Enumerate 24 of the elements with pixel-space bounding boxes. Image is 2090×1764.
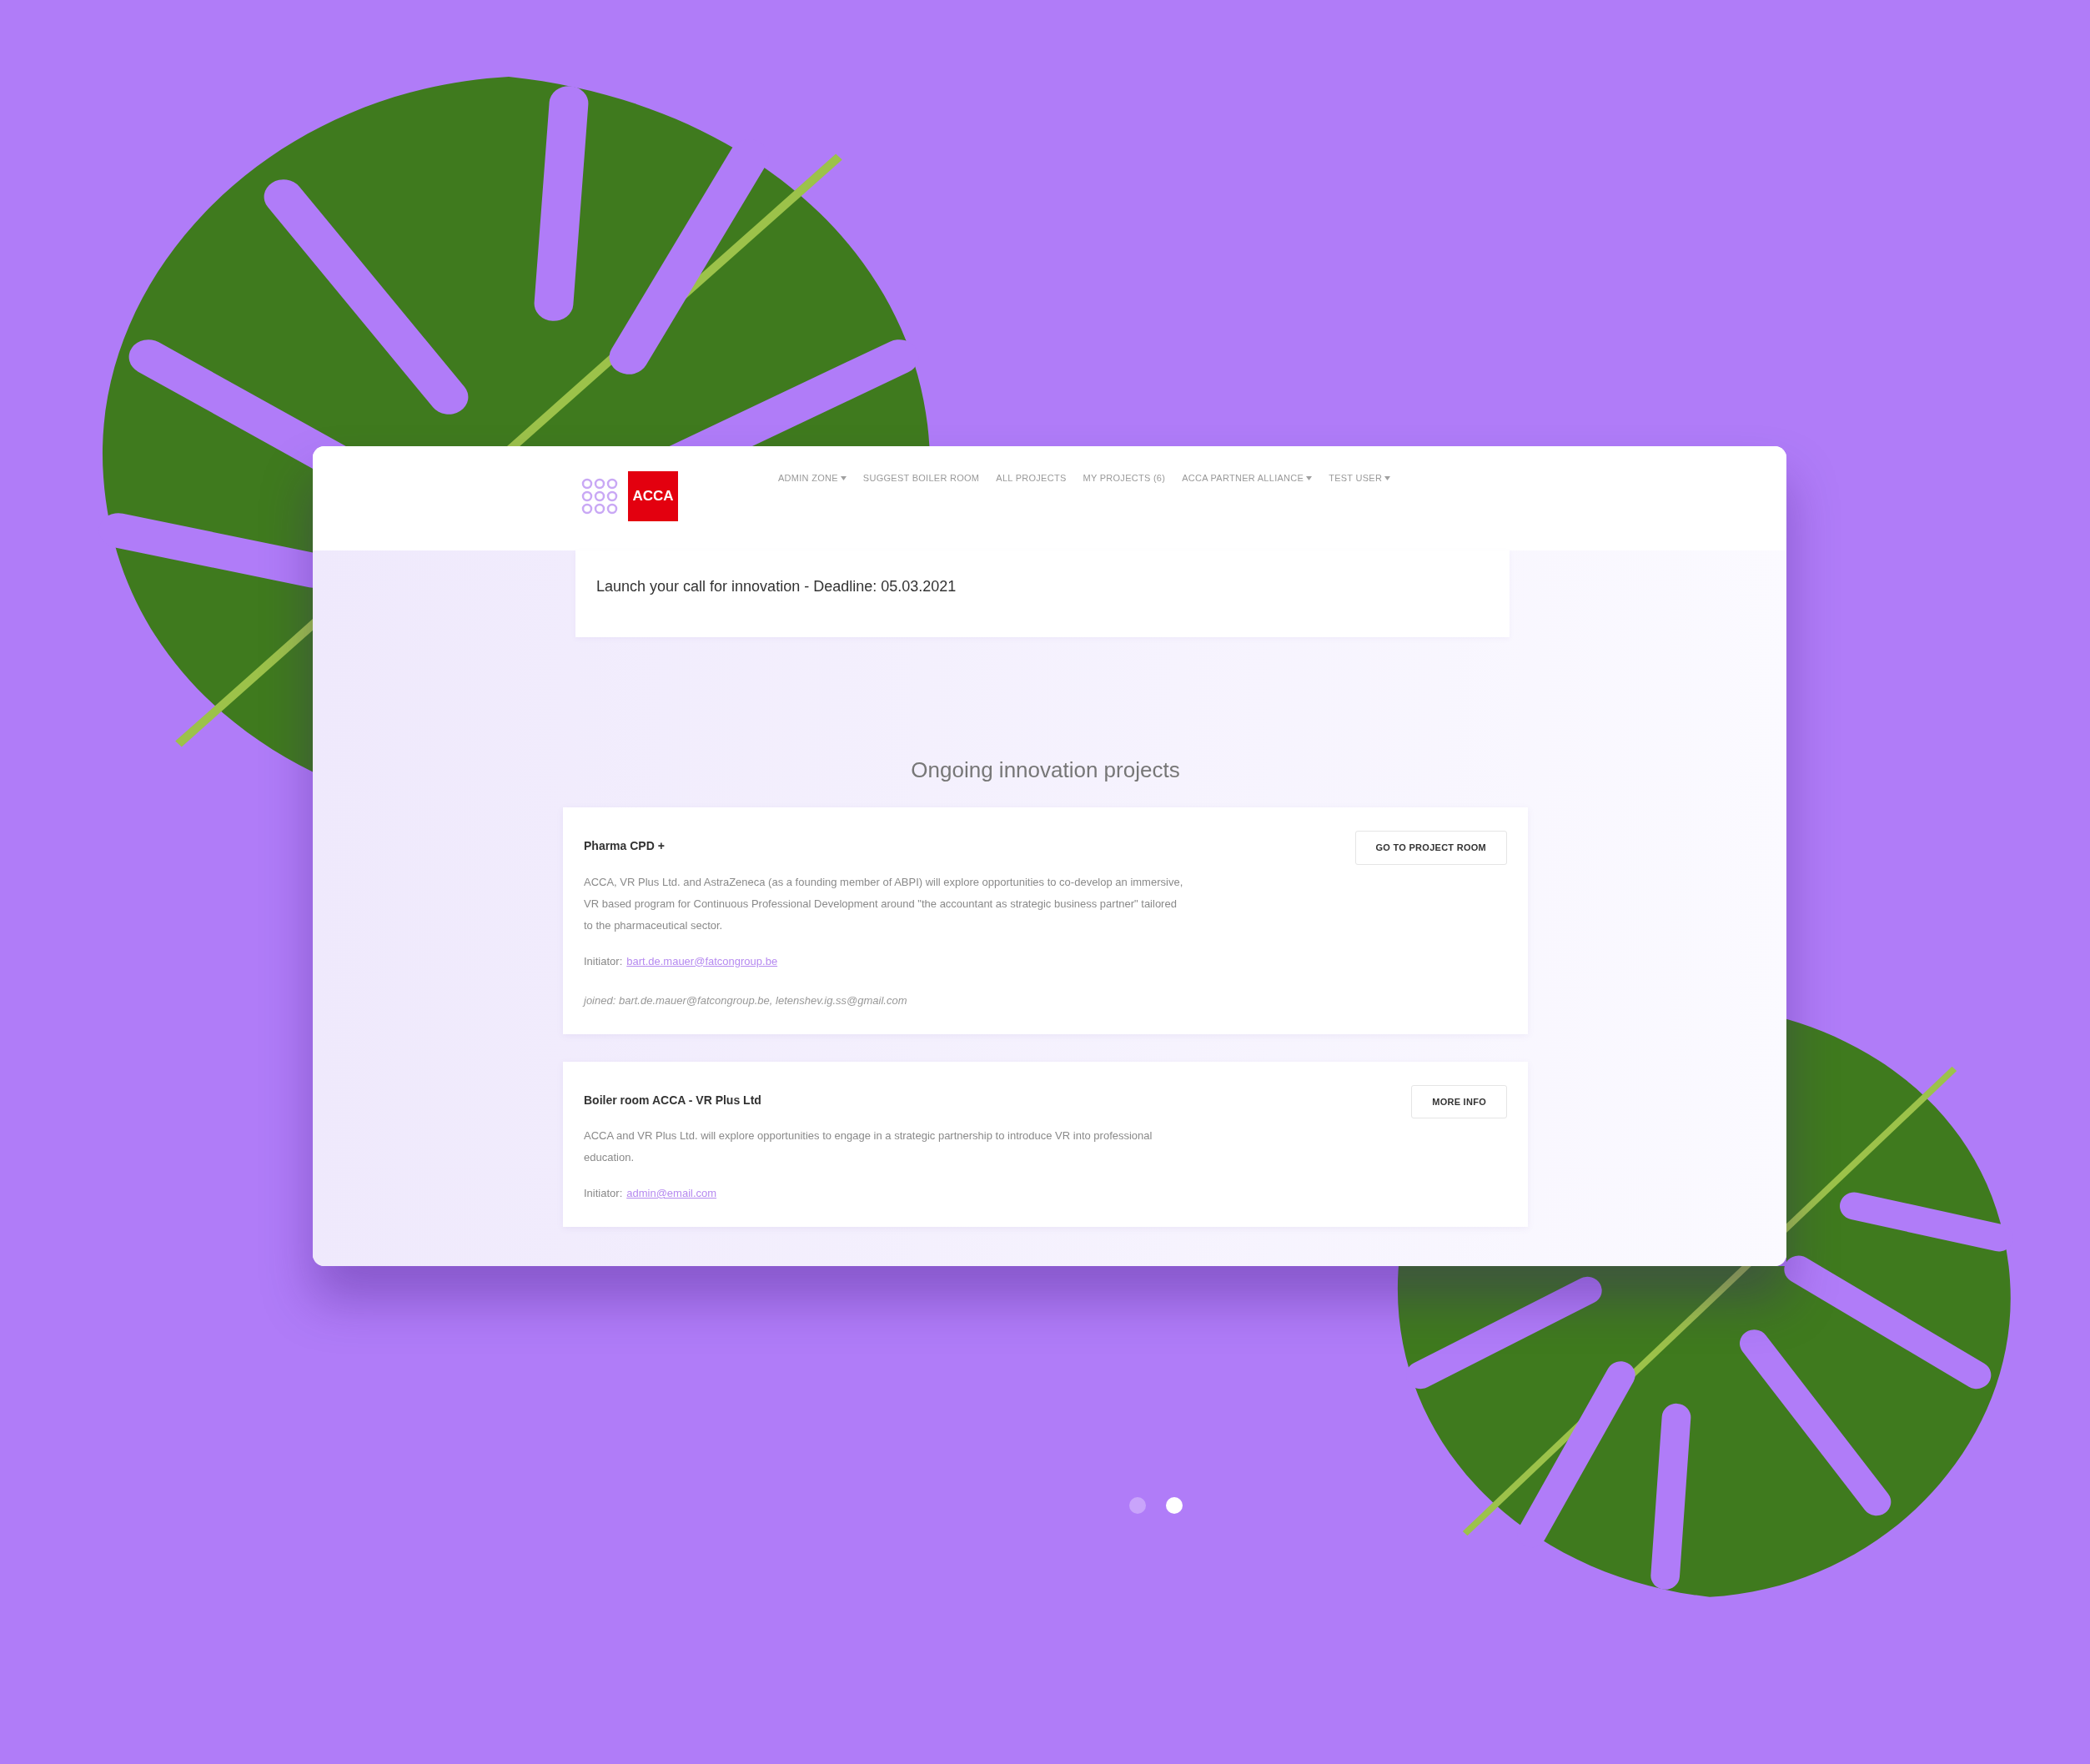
nav-link[interactable]: TEST USER xyxy=(1329,471,1391,485)
initiator-label: Initiator: xyxy=(584,953,623,969)
project-description: ACCA and VR Plus Ltd. will explore opportunities to engage in a strategic partnership to introduce VR into professional education. xyxy=(584,1128,1153,1165)
nav-link[interactable]: ADMIN ZONE xyxy=(778,471,847,485)
caret-icon xyxy=(1306,475,1313,480)
logo[interactable]: ACCA xyxy=(628,471,678,521)
caret-icon xyxy=(840,475,847,480)
initiator-label: Initiator: xyxy=(584,1186,623,1201)
nav-link[interactable]: SUGGEST BOILER ROOM xyxy=(862,471,980,485)
nav-link[interactable]: MY PROJECTS (6) xyxy=(1083,471,1166,485)
caret-icon xyxy=(1384,475,1391,480)
section-title: Ongoing innovation projects xyxy=(910,756,1181,784)
nav-link[interactable]: ACCA PARTNER ALLIANCE xyxy=(1182,471,1313,485)
project-button[interactable]: GO TO PROJECT ROOM xyxy=(1354,831,1507,865)
joined-text: joined: bart.de.mauer@fatcongroup.be, letenshev.ig.ss@gmail.com xyxy=(584,993,908,1008)
project-description: ACCA, VR Plus Ltd. and AstraZeneca (as a founding member of ABPI) will explore opportunities to co-develop an immersive, VR based program for Continuous Professional Development around "the accountant as strategic business partner" tailored to the pharmaceutical sector. xyxy=(584,874,1184,933)
project-title: Boiler room ACCA - VR Plus Ltd xyxy=(584,1092,761,1108)
dots-logo-icon xyxy=(581,478,618,515)
initiator-link[interactable]: bart.de.mauer@fatcongroup.be xyxy=(626,952,778,969)
project-title: Pharma CPD + xyxy=(584,838,665,854)
initiator-link[interactable]: admin@email.com xyxy=(626,1185,717,1202)
project-button[interactable]: MORE INFO xyxy=(1411,1084,1507,1118)
banner-text: Launch your call for innovation - Deadline: 05.03.2021 xyxy=(596,578,957,595)
nav-link[interactable]: ALL PROJECTS xyxy=(996,471,1067,485)
